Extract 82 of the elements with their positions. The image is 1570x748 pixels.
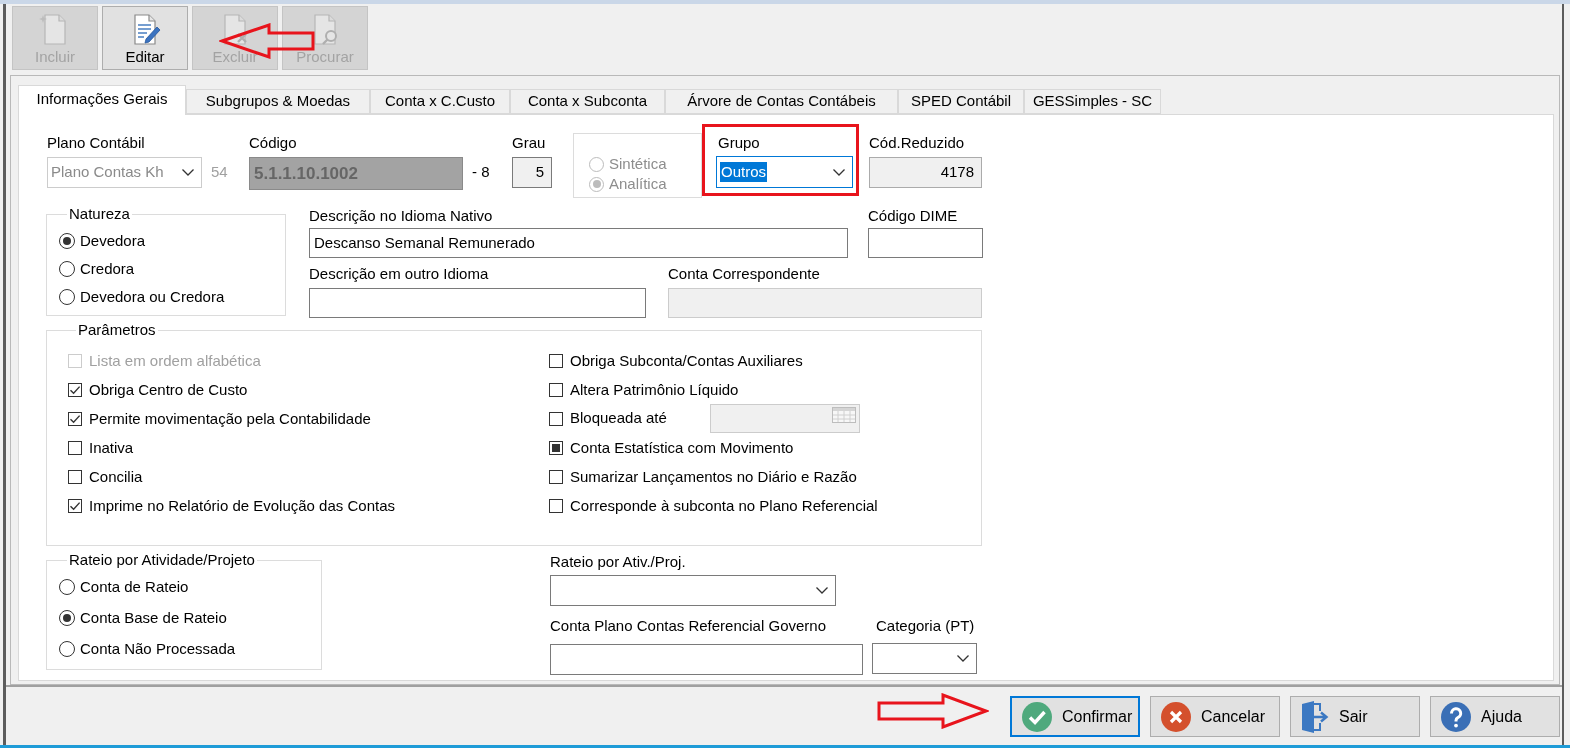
tab[interactable]: Subgrupos & Moedas [186, 89, 370, 114]
checkbox[interactable] [68, 411, 82, 426]
radio-label: Devedora ou Credora [80, 288, 225, 306]
checkbox[interactable] [68, 469, 82, 484]
exit-door-icon [1301, 700, 1329, 733]
radio-button[interactable] [59, 261, 75, 277]
text-field[interactable]: Descanso Semanal Remunerado [309, 228, 848, 258]
cancel-button[interactable]: Cancelar [1150, 696, 1280, 737]
radio-label: Conta de Rateio [80, 577, 189, 596]
tab[interactable]: GESSimples - SC [1024, 89, 1161, 114]
radio-label: Analítica [609, 175, 667, 193]
radio-button[interactable] [59, 578, 75, 595]
group-title: Parâmetros [77, 321, 157, 339]
radio-label: Conta Não Processada [80, 639, 236, 658]
group-title: Natureza [68, 205, 131, 223]
checkbox-label: Permite movimentação pela Contabilidade [89, 409, 371, 428]
chevron-down-icon [816, 587, 828, 594]
field-label: Conta Plano Contas Referencial Governo [550, 617, 827, 635]
checkbox-label: Sumarizar Lançamentos no Diário e Razão [570, 467, 857, 486]
chevron-down-icon [182, 169, 194, 176]
tab[interactable]: SPED Contábil [898, 89, 1024, 114]
radio-button[interactable] [59, 609, 75, 626]
text-field[interactable] [550, 644, 863, 675]
field-label: Descrição em outro Idioma [309, 265, 490, 283]
radio-label: Credora [80, 260, 135, 278]
field-label: Cód.Reduzido [869, 134, 966, 152]
field-label: Plano Contábil [47, 134, 146, 152]
checkbox-label: Concilia [89, 467, 143, 486]
dropdown[interactable] [550, 575, 836, 606]
radio-label: Devedora [80, 232, 146, 250]
checkbox-label: Lista em ordem alfabética [89, 351, 261, 370]
dropdown[interactable] [872, 643, 977, 674]
x-circle-icon [1161, 701, 1191, 732]
checkbox-label: Bloqueada até [570, 409, 667, 427]
field-label: Conta Correspondente [668, 265, 821, 283]
account-number: 54 [211, 163, 229, 181]
chevron-down-icon [957, 655, 969, 662]
checkbox[interactable] [68, 382, 82, 397]
tab[interactable]: Conta x C.Custo [370, 89, 510, 114]
dropdown[interactable]: Outros [716, 156, 853, 188]
checkbox[interactable] [549, 382, 563, 397]
field-label: Descrição no Idioma Nativo [309, 207, 494, 225]
radio-label: Conta Base de Rateio [80, 608, 227, 627]
tab[interactable]: Informações Gerais [18, 85, 186, 115]
checkbox-label: Obriga Subconta/Contas Auxiliares [570, 351, 803, 370]
text-field[interactable] [309, 288, 646, 318]
tab[interactable]: Conta x Subconta [510, 89, 665, 114]
checkbox-label: Conta Estatística com Movimento [570, 438, 794, 457]
help-icon [1441, 701, 1471, 732]
radio-button[interactable] [59, 289, 75, 305]
checkbox[interactable] [549, 411, 563, 426]
checkbox-label: Corresponde à subconta no Plano Referencial [570, 496, 878, 515]
field-label: Grau [512, 134, 547, 152]
check-circle-icon [1022, 701, 1052, 732]
checkbox-label: Imprime no Relatório de Evolução das Contas [89, 496, 395, 515]
checkbox-label: Inativa [89, 438, 134, 457]
checkbox[interactable] [549, 469, 563, 484]
code-suffix: - 8 [472, 163, 491, 181]
tab[interactable]: Árvore de Contas Contábeis [665, 89, 898, 114]
exit-button[interactable]: Sair [1290, 696, 1420, 737]
edit-button[interactable]: Editar [102, 6, 188, 70]
field-label: Rateio por Ativ./Proj. [550, 553, 687, 571]
group-title: Rateio por Atividade/Projeto [68, 551, 256, 569]
field-label: Código DIME [868, 207, 959, 225]
radio-button[interactable] [59, 233, 75, 249]
radio-button[interactable] [59, 640, 75, 657]
field-label: Grupo [718, 134, 761, 152]
checkbox[interactable] [549, 498, 563, 513]
checkbox[interactable] [68, 440, 82, 455]
field-label: Categoria (PT) [876, 617, 976, 635]
chevron-down-icon [833, 168, 845, 176]
confirm-button[interactable]: Confirmar [1010, 696, 1140, 737]
checkbox-label: Altera Patrimônio Líquido [570, 380, 739, 399]
text-field[interactable] [868, 228, 983, 258]
checkbox-label: Obriga Centro de Custo [89, 380, 248, 399]
help-button[interactable]: Ajuda [1430, 696, 1560, 737]
calendar-icon [832, 407, 856, 423]
checkbox[interactable] [549, 440, 563, 455]
radio-label: Sintética [609, 155, 667, 173]
checkbox[interactable] [549, 353, 563, 368]
field-label: Código [249, 134, 298, 152]
checkbox[interactable] [68, 498, 82, 513]
